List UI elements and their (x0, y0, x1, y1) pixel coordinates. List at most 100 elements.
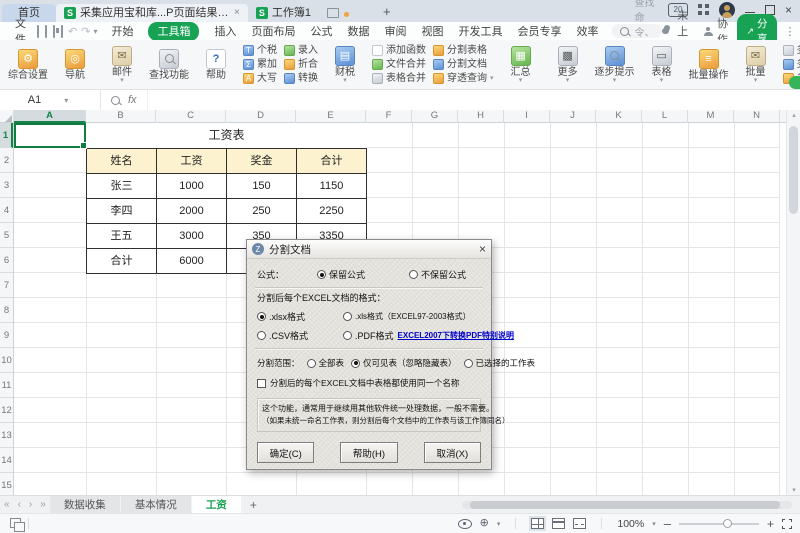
column-header-j[interactable]: J (550, 110, 596, 123)
name-box[interactable]: A1 (0, 90, 101, 110)
zoom-level[interactable]: 100% (617, 518, 644, 530)
row-header-12[interactable]: 12 (0, 398, 13, 423)
document-tab-1[interactable]: 采集应用宝和库...P页面结果mm (56, 4, 248, 22)
sheet-tab-salary[interactable]: 工资 (191, 495, 241, 514)
assistant-icon[interactable] (789, 76, 800, 89)
ribbon-add-function-button[interactable]: fx 添加函数 (372, 45, 426, 56)
table-title[interactable]: 工资表 (86, 123, 367, 148)
ribbon-merge-tables-button[interactable]: 表格合并 (372, 73, 426, 84)
table-cell[interactable]: 1000 (157, 174, 227, 199)
table-header-cell[interactable]: 奖金 (227, 149, 297, 174)
row-header-1[interactable]: 1 (0, 123, 13, 148)
radio-selected-sheets[interactable]: 已选择的工作表 (463, 357, 535, 369)
zoom-out-button[interactable] (664, 519, 671, 529)
table-cell[interactable]: 1150 (297, 174, 367, 199)
fullscreen-icon[interactable] (782, 518, 792, 529)
previous-sheet-icon[interactable]: ‹ (18, 499, 21, 510)
radio-csv-format[interactable]: .CSV格式 (257, 329, 343, 342)
column-header-l[interactable]: L (642, 110, 688, 123)
ribbon-more-button[interactable]: ▩ 更多 (548, 45, 588, 84)
locate-icon[interactable] (480, 518, 489, 529)
zoom-caret-icon[interactable] (652, 520, 656, 528)
table-cell[interactable]: 150 (227, 174, 297, 199)
radio-no-keep-formula[interactable]: 不保留公式 (409, 268, 466, 281)
column-header-b[interactable]: B (86, 110, 156, 123)
last-sheet-icon[interactable]: » (40, 499, 46, 510)
cancel-button[interactable]: 取消(X) (423, 442, 481, 464)
zoom-slider-thumb[interactable] (722, 518, 732, 528)
tab-member[interactable]: 会员专享 (517, 23, 561, 39)
tab-page-layout[interactable]: 页面布局 (251, 23, 295, 39)
ribbon-batch-button[interactable]: ✉ 批量 (736, 45, 776, 84)
tab-home[interactable]: 开始 (111, 23, 133, 39)
table-cell[interactable]: 250 (227, 199, 297, 224)
column-header-k[interactable]: K (596, 110, 642, 123)
ribbon-mail-button[interactable]: ✉ 邮件 (102, 45, 142, 84)
zoom-in-button[interactable] (767, 519, 774, 529)
help-button[interactable]: 帮助(H) (340, 442, 398, 464)
dialog-titlebar[interactable]: 分割文档 (247, 240, 491, 259)
close-tab-icon[interactable] (234, 4, 240, 22)
table-header-cell[interactable]: 合计 (297, 149, 367, 174)
same-name-option[interactable]: 分割后的每个EXCEL文档中表格都使用同一个名称 (257, 377, 481, 389)
select-all-corner[interactable] (0, 110, 14, 123)
ribbon-convert-currency-button[interactable]: 折合 (284, 59, 318, 70)
eye-protection-icon[interactable] (457, 518, 472, 529)
radio-keep-formula[interactable]: 保留公式 (317, 268, 409, 281)
preview-icon[interactable] (61, 24, 63, 38)
row-header-6[interactable]: 6 (0, 248, 13, 273)
ok-button[interactable]: 确定(C) (257, 442, 315, 464)
ribbon-batch-operation-button[interactable]: ≡ 批量操作 (689, 48, 729, 81)
more-options-icon[interactable] (785, 25, 796, 38)
row-header-3[interactable]: 3 (0, 173, 13, 198)
add-sheet-button[interactable] (250, 498, 257, 512)
table-header-cell[interactable]: 姓名 (87, 149, 157, 174)
ribbon-summarize-button[interactable]: ▦ 汇总 (501, 45, 541, 84)
undo-icon[interactable] (68, 25, 77, 38)
ribbon-entry-button[interactable]: 录入 (284, 45, 318, 56)
ribbon-table-button[interactable]: ▭ 表格 (642, 45, 682, 84)
radio-xlsx-format[interactable]: .xlsx格式 (257, 310, 343, 323)
tab-insert[interactable]: 插入 (214, 23, 236, 39)
page-layout-view-button[interactable] (552, 518, 566, 529)
ribbon-merge-files-button[interactable]: 文件合并 (372, 59, 426, 70)
sheet-tab-basic-info[interactable]: 基本情况 (120, 495, 191, 514)
ribbon-accumulate-button[interactable]: Σ 累加 (243, 59, 277, 70)
ribbon-income-tax-button[interactable]: T 个税 (243, 45, 277, 56)
row-header-14[interactable]: 14 (0, 448, 13, 473)
tab-data[interactable]: 数据 (347, 23, 369, 39)
fx-icon[interactable]: fx (128, 94, 137, 106)
radio-all-sheets[interactable]: 全部表 (306, 357, 344, 369)
row-header-2[interactable]: 2 (0, 148, 13, 173)
save-icon[interactable] (37, 24, 39, 38)
radio-visible-sheets[interactable]: 仅可见表（忽略隐藏表） (351, 357, 457, 369)
column-header-e[interactable]: E (296, 110, 366, 123)
scroll-down-icon[interactable] (787, 486, 800, 494)
ribbon-step-hint-button[interactable]: 逐步提示 (595, 45, 635, 84)
dialog-close-icon[interactable] (479, 242, 486, 256)
column-header-i[interactable]: I (504, 110, 550, 123)
redo-icon[interactable] (81, 25, 90, 38)
name-box-caret-icon[interactable] (64, 96, 68, 105)
row-header-4[interactable]: 4 (0, 198, 13, 223)
row-header-13[interactable]: 13 (0, 423, 13, 448)
tab-toolbox[interactable]: 工具箱 (148, 21, 200, 41)
new-tab-button[interactable] (383, 4, 391, 19)
tab-view[interactable]: 视图 (421, 23, 443, 39)
normal-view-button[interactable] (529, 516, 547, 531)
ribbon-transform-button[interactable]: 转换 (284, 73, 318, 84)
locate-caret-icon[interactable] (497, 520, 501, 528)
ribbon-help-button[interactable]: ? 帮助 (196, 48, 236, 81)
column-header-a[interactable]: A (14, 110, 86, 123)
home-tab[interactable]: 首页 (2, 4, 56, 22)
ribbon-split-document-button[interactable]: 分割文档 (433, 59, 494, 70)
ribbon-navigate-button[interactable]: ◎ 导航 (55, 48, 95, 81)
row-header-8[interactable]: 8 (0, 298, 13, 323)
scroll-up-icon[interactable] (787, 111, 800, 119)
row-header-7[interactable]: 7 (0, 273, 13, 298)
ribbon-find-function-button[interactable]: 查找功能 (149, 48, 189, 81)
table-cell[interactable]: 张三 (87, 174, 157, 199)
document-tab-2[interactable]: 工作簿1 (248, 4, 319, 22)
pdf-help-link[interactable]: EXCEL2007下转换PDF特别说明 (398, 330, 514, 341)
ribbon-split-table-button[interactable]: 分割表格 (433, 45, 494, 56)
